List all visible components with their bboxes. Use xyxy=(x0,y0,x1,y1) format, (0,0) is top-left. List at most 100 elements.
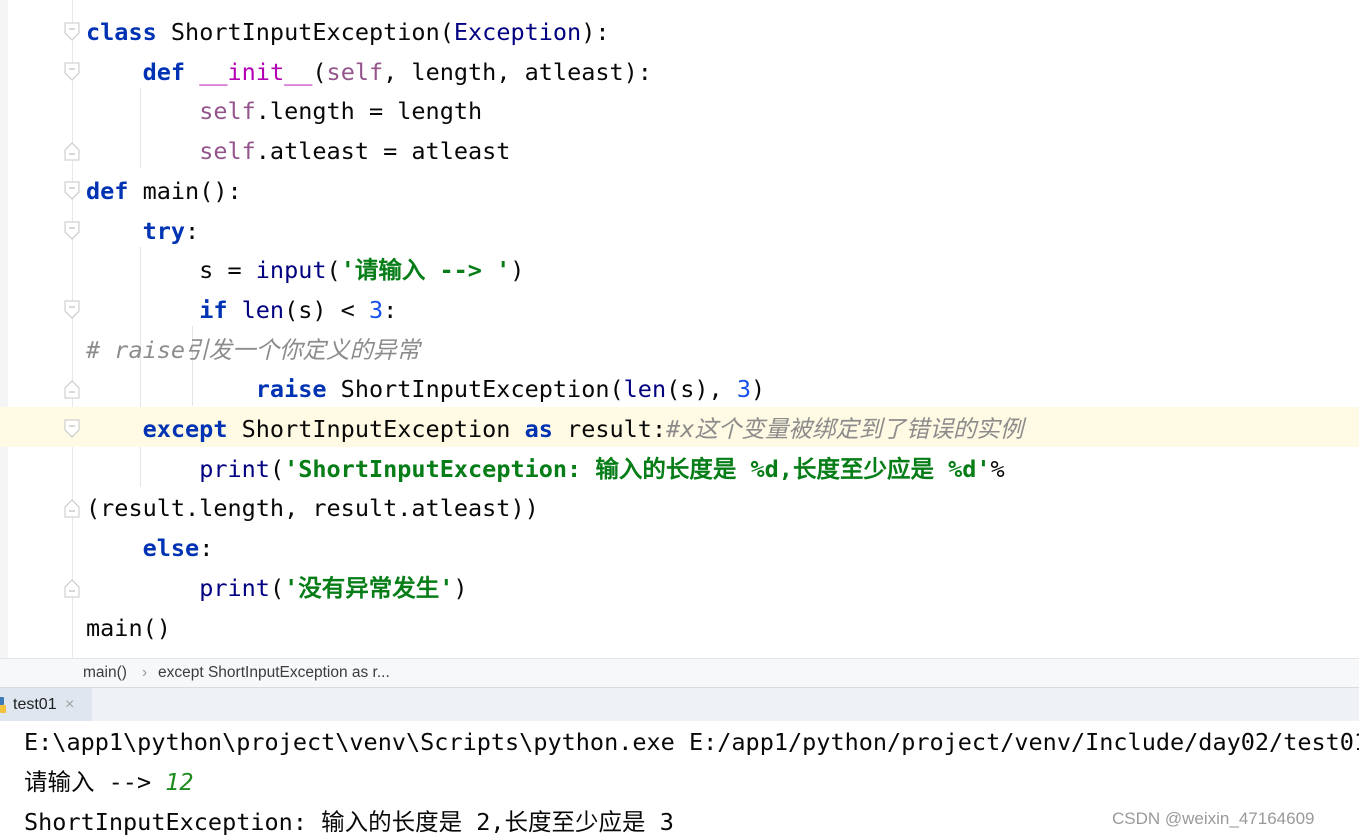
code-token: ShortInputException( xyxy=(326,375,624,404)
fold-open-icon[interactable] xyxy=(62,220,82,242)
code-token: def xyxy=(142,57,186,86)
code-token: .length = length xyxy=(255,97,483,126)
code-token: main(): xyxy=(128,176,242,205)
code-token: ( xyxy=(326,256,341,285)
code-token: s = xyxy=(86,256,256,285)
code-token: else xyxy=(142,534,200,563)
code-token: ( xyxy=(312,57,327,86)
code-line[interactable]: self.length = length xyxy=(86,91,482,131)
code-token: print xyxy=(199,454,270,483)
code-token: self xyxy=(199,137,256,166)
fold-close-icon[interactable] xyxy=(62,378,82,400)
code-line[interactable]: def __init__(self, length, atleast): xyxy=(86,52,652,92)
code-line[interactable]: if len(s) < 3: xyxy=(86,290,397,330)
code-token: (s), xyxy=(666,375,737,404)
code-token: as xyxy=(524,415,553,443)
code-token: '请输入 --> ' xyxy=(340,256,511,285)
code-line[interactable]: def main(): xyxy=(86,171,242,211)
code-line[interactable]: class ShortInputException(Exception): xyxy=(86,12,610,52)
code-token: .atleast = atleast xyxy=(255,137,511,166)
code-token: ): xyxy=(581,18,610,46)
code-token: print xyxy=(199,573,270,602)
code-line[interactable]: (result.length, result.atleast)) xyxy=(86,488,539,528)
code-token: len xyxy=(241,295,285,324)
fold-open-icon[interactable] xyxy=(62,299,82,321)
code-token: try xyxy=(142,216,186,245)
code-token: ) xyxy=(751,375,766,404)
code-token: if xyxy=(199,295,228,324)
code-token: result: xyxy=(552,415,667,443)
run-tab-label: test01 xyxy=(13,696,57,713)
breadcrumb-item-except[interactable]: except ShortInputException as r... xyxy=(158,659,390,687)
fold-open-icon[interactable] xyxy=(62,418,82,440)
code-token: % xyxy=(990,454,1005,483)
code-line[interactable]: main() xyxy=(86,608,171,648)
code-token: : xyxy=(199,534,214,563)
breadcrumb-item-main[interactable]: main() xyxy=(83,659,127,687)
code-token: raise xyxy=(255,375,327,404)
fold-open-icon[interactable] xyxy=(62,180,82,202)
code-line[interactable]: raise ShortInputException(len(s), 3) xyxy=(86,369,765,409)
code-token: 'ShortInputException: 输入的长度是 %d,长度至少应是 %… xyxy=(284,454,991,483)
watermark: CSDN @weixin_47164609 xyxy=(1112,809,1315,828)
code-token: (result.length, result.atleast)) xyxy=(86,494,539,523)
code-token: : xyxy=(185,216,200,245)
fold-close-icon[interactable] xyxy=(62,140,82,162)
close-icon[interactable]: × xyxy=(65,688,74,721)
code-line[interactable]: try: xyxy=(86,211,200,251)
code-editor[interactable]: class ShortInputException(Exception): de… xyxy=(0,0,1359,658)
fold-open-icon[interactable] xyxy=(62,21,82,43)
console-user-input: 12 xyxy=(165,768,194,796)
fold-open-icon[interactable] xyxy=(62,61,82,83)
code-line[interactable]: self.atleast = atleast xyxy=(86,131,510,171)
code-line[interactable]: except ShortInputException as result:#x这… xyxy=(86,409,1024,449)
console-prompt: 请输入 --> xyxy=(24,768,166,796)
code-line[interactable]: print('ShortInputException: 输入的长度是 %d,长度… xyxy=(86,449,1005,489)
code-token: __init__ xyxy=(199,57,313,86)
code-token: class xyxy=(86,18,157,46)
code-token: #x这个变量被绑定到了错误的实例 xyxy=(666,415,1024,443)
code-line[interactable]: else: xyxy=(86,528,214,568)
code-token: 3 xyxy=(368,295,384,324)
console-prompt-line: 请输入 --> 12 xyxy=(24,762,194,802)
code-token: '没有异常发生' xyxy=(284,573,454,602)
code-token: ) xyxy=(510,256,525,285)
code-token: except xyxy=(142,415,228,443)
code-token: ( xyxy=(269,454,285,483)
code-token: # raise引发一个你定义的异常 xyxy=(86,335,421,364)
editor-left-margin xyxy=(0,0,8,658)
code-token: : xyxy=(383,295,398,324)
code-token: len xyxy=(623,375,667,404)
fold-close-icon[interactable] xyxy=(62,577,82,599)
code-line[interactable]: s = input('请输入 --> ') xyxy=(86,250,524,290)
code-token: Exception xyxy=(453,18,582,46)
console-command-line: E:\app1\python\project\venv\Scripts\pyth… xyxy=(24,728,1359,756)
run-console[interactable]: E:\app1\python\project\venv\Scripts\pyth… xyxy=(0,721,1359,838)
code-token: ) xyxy=(453,573,468,602)
code-token: ShortInputException( xyxy=(156,18,454,46)
fold-close-icon[interactable] xyxy=(62,497,82,519)
breadcrumb-separator: › xyxy=(142,664,148,681)
code-line[interactable]: print('没有异常发生') xyxy=(86,568,468,608)
code-token: self xyxy=(326,57,384,86)
run-tab-test01[interactable]: test01 × xyxy=(0,688,92,721)
breadcrumb: main() › except ShortInputException as r… xyxy=(0,658,1359,687)
code-token: input xyxy=(255,256,327,285)
console-output-line: ShortInputException: 输入的长度是 2,长度至少应是 3 xyxy=(24,808,674,836)
gutter-separator xyxy=(72,0,73,658)
code-line[interactable]: # raise引发一个你定义的异常 xyxy=(86,330,420,370)
code-token: self xyxy=(199,97,256,126)
code-token: ( xyxy=(269,573,285,602)
